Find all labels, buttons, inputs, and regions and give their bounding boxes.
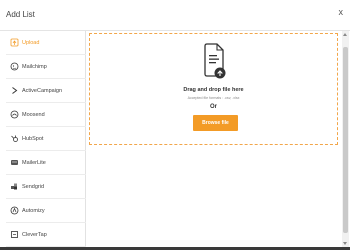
sidebar-item-label: Automizy [22,207,45,214]
accepted-formats-text: Accepted file formats : .csv, .xlsx [187,96,240,100]
file-upload-icon [204,43,226,84]
activecampaign-icon [10,86,19,95]
browse-file-button[interactable]: Browse file [193,115,238,131]
sidebar-item-automizy[interactable]: Automizy [6,199,86,223]
sidebar-item-label: Mailchimp [22,63,47,70]
upload-icon [10,38,19,47]
automizy-icon [10,206,19,215]
sidebar-item-label: Moosend [22,111,45,118]
clevertap-icon [10,230,19,239]
sidebar-item-label: MailerLite [22,159,46,166]
sidebar-item-activecampaign[interactable]: ActiveCampaign [6,79,86,103]
sidebar-item-label: ActiveCampaign [22,87,63,94]
vertical-scrollbar[interactable] [342,31,349,247]
add-list-dialog: Add List x Upload Mailchimp ActiveCampai… [0,0,350,250]
sidebar-item-upload[interactable]: Upload [6,31,86,55]
sidebar-item-label: Upload [22,39,40,46]
dropzone-title: Drag and drop file here [183,87,244,93]
hubspot-icon [10,134,19,143]
sendgrid-icon [10,182,19,191]
file-dropzone[interactable]: Drag and drop file here Accepted file fo… [89,33,338,145]
sidebar-item-sendgrid[interactable]: Sendgrid [6,175,86,199]
sidebar-item-label: Sendgrid [22,183,45,190]
mailchimp-icon [10,62,19,71]
sidebar-item-clevertap[interactable]: CleverTap [6,223,86,247]
scroll-down-arrow-icon[interactable] [343,242,347,245]
scroll-up-arrow-icon[interactable] [343,33,347,36]
dialog-header: Add List x [0,0,350,31]
mailerlite-icon [10,158,19,167]
sidebar-item-hubspot[interactable]: HubSpot [6,127,86,151]
or-separator: Or [209,104,217,110]
sidebar-item-moosend[interactable]: Moosend [6,103,86,127]
integration-sidebar: Upload Mailchimp ActiveCampaign Moosend … [6,31,86,247]
moosend-icon [10,110,19,119]
sidebar-item-mailchimp[interactable]: Mailchimp [6,55,86,79]
sidebar-item-label: CleverTap [22,231,47,238]
close-button[interactable]: x [339,8,344,17]
dialog-title: Add List [6,10,35,19]
scroll-thumb[interactable] [343,47,348,233]
sidebar-item-label: HubSpot [22,135,44,142]
upload-panel: Drag and drop file here Accepted file fo… [88,32,340,247]
sidebar-item-mailerlite[interactable]: MailerLite [6,151,86,175]
